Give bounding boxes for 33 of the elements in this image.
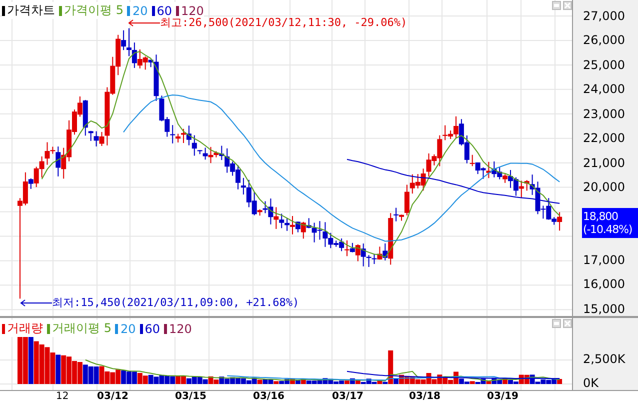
date-axis-label: 03/15 (175, 391, 206, 402)
volume-axis-label: 0K (583, 376, 599, 390)
high-price-marker: 최고:26,500(2021/03/12,11:30, -29.06%) (160, 16, 408, 30)
price-axis-label: 21,000 (582, 154, 626, 172)
price-axis-label: 16,000 (582, 276, 626, 294)
legend-label: 거래량 (7, 320, 43, 337)
price-axis-label: 15,000 (582, 300, 626, 318)
volume-axis-label: 2,500K (583, 352, 626, 366)
price-axis-label: 22,000 (582, 130, 626, 148)
legend-label: 가격차트 (7, 2, 55, 19)
legend-label: 120 (181, 4, 204, 18)
price-axis-label: 24,000 (582, 81, 626, 98)
date-axis-label: 03/12 (97, 391, 128, 402)
legend-label: 20 (120, 322, 136, 336)
legend-label: 가격이평 5 (64, 2, 124, 19)
date-axis-label: 03/16 (253, 391, 284, 402)
price-axis-label: 27,000 (582, 8, 626, 25)
price-axis-label: 26,000 (582, 32, 626, 50)
current-price-badge: 18,800 (-10.48%) (582, 208, 638, 238)
date-axis-label: 03/17 (332, 391, 364, 402)
legend-label: 20 (132, 4, 148, 18)
price-axis-label: 25,000 (582, 56, 626, 74)
legend-label: 거래이평 5 (52, 320, 112, 337)
price-axis-label: 23,000 (582, 106, 626, 123)
date-axis-label: 12 (56, 391, 69, 402)
low-price-marker: 최저:15,450(2021/03/11,09:00, +21.68%) (52, 295, 300, 310)
price-axis-label: 20,000 (582, 179, 626, 196)
price-axis-label: 17,000 (582, 252, 626, 269)
date-axis-label: 03/18 (409, 391, 440, 402)
date-axis-label: 03/19 (487, 391, 518, 402)
legend-label: 60 (156, 4, 172, 18)
legend-label: 60 (144, 322, 160, 336)
legend-label: 120 (169, 322, 192, 336)
